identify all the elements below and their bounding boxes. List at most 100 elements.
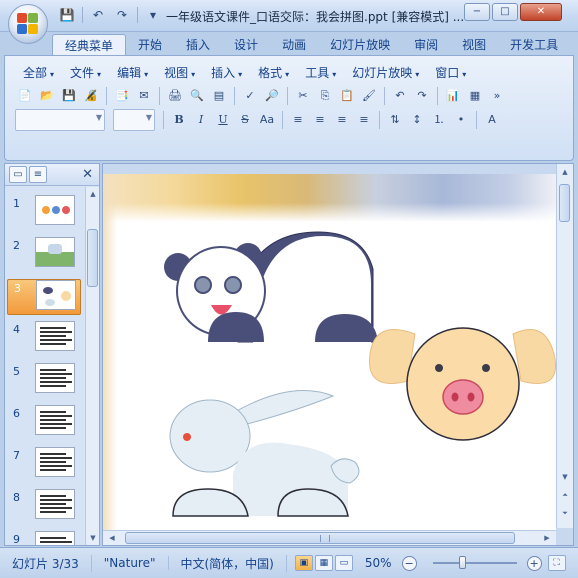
- tab-7[interactable]: 视图: [450, 34, 498, 56]
- justify-icon[interactable]: ≡: [354, 110, 374, 130]
- slide-thumbnail[interactable]: 4: [7, 321, 81, 357]
- menu-3[interactable]: 视图 ▾: [156, 62, 203, 83]
- slideshow-button[interactable]: ▭: [334, 555, 353, 571]
- underline-button[interactable]: U: [213, 110, 233, 130]
- redo-icon[interactable]: ↷: [113, 6, 131, 24]
- change-case-button[interactable]: Aa: [257, 110, 277, 130]
- rabbit-shape[interactable]: [169, 390, 360, 517]
- tab-5[interactable]: 幻灯片放映: [318, 34, 402, 56]
- line-spacing-icon[interactable]: ↕: [407, 110, 427, 130]
- menu-1[interactable]: 文件 ▾: [62, 62, 109, 83]
- slide-thumbnail[interactable]: 5: [7, 363, 81, 399]
- zoom-slider[interactable]: [423, 555, 527, 571]
- language-indicator[interactable]: 中文(简体，中国): [169, 554, 287, 572]
- fit-window-icon[interactable]: ⛶: [547, 555, 566, 571]
- tab-8[interactable]: 开发工具: [498, 34, 570, 56]
- paste-icon[interactable]: 📋: [337, 86, 357, 106]
- menu-6[interactable]: 工具 ▾: [297, 62, 344, 83]
- panda-shape[interactable]: [164, 231, 378, 344]
- scroll-thumb[interactable]: [125, 532, 515, 544]
- next-slide-icon[interactable]: ⏷: [558, 506, 572, 520]
- font-name-combo[interactable]: ▼: [15, 109, 105, 131]
- tab-1[interactable]: 开始: [126, 34, 174, 56]
- menu-0[interactable]: 全部 ▾: [15, 62, 62, 83]
- tab-3[interactable]: 设计: [222, 34, 270, 56]
- scroll-down-icon[interactable]: ▼: [86, 531, 100, 545]
- menu-4[interactable]: 插入 ▾: [203, 62, 250, 83]
- scroll-up-icon[interactable]: ▲: [86, 187, 100, 201]
- print-preview-icon[interactable]: 🔍: [187, 86, 207, 106]
- normal-view-button[interactable]: ▣: [294, 555, 313, 571]
- scroll-left-icon[interactable]: ◀: [105, 531, 119, 545]
- italic-button[interactable]: I: [191, 110, 211, 130]
- scroll-down-icon[interactable]: ▼: [558, 470, 572, 484]
- align-center-icon[interactable]: ≡: [310, 110, 330, 130]
- slide-horizontal-scrollbar[interactable]: ◀ ▶: [103, 530, 556, 545]
- save-icon[interactable]: 💾: [58, 6, 76, 24]
- slide-thumbnail[interactable]: 7: [7, 447, 81, 483]
- restore-button[interactable]: □: [492, 3, 518, 21]
- slide-thumbnail[interactable]: 3: [7, 279, 81, 315]
- numbering-icon[interactable]: ⒈: [429, 110, 449, 130]
- font-color-icon[interactable]: A: [482, 110, 502, 130]
- slide-thumbnail[interactable]: 8: [7, 489, 81, 525]
- table-icon[interactable]: ▦: [465, 86, 485, 106]
- zoom-in-button[interactable]: +: [526, 555, 542, 571]
- tab-6[interactable]: 审阅: [402, 34, 450, 56]
- slide-thumbnail[interactable]: 1: [7, 195, 81, 231]
- publish-icon[interactable]: 📑: [112, 86, 132, 106]
- strikethrough-button[interactable]: S: [235, 110, 255, 130]
- scroll-up-icon[interactable]: ▲: [558, 165, 572, 179]
- slide-sorter-button[interactable]: ▦: [314, 555, 333, 571]
- close-icon[interactable]: ✕: [82, 167, 93, 182]
- outline-tab[interactable]: ≡: [29, 166, 47, 183]
- scroll-right-icon[interactable]: ▶: [540, 531, 554, 545]
- page-setup-icon[interactable]: ▤: [209, 86, 229, 106]
- zoom-level[interactable]: 50%: [365, 556, 392, 570]
- email-icon[interactable]: ✉: [134, 86, 154, 106]
- save-icon[interactable]: 💾: [59, 86, 79, 106]
- chart-icon[interactable]: 📊: [443, 86, 463, 106]
- menu-7[interactable]: 幻灯片放映 ▾: [344, 62, 427, 83]
- zoom-out-button[interactable]: −: [401, 555, 417, 571]
- open-icon[interactable]: 📂: [37, 86, 57, 106]
- align-right-icon[interactable]: ≡: [332, 110, 352, 130]
- tab-2[interactable]: 插入: [174, 34, 222, 56]
- bold-button[interactable]: B: [169, 110, 189, 130]
- copy-icon[interactable]: ⎘: [315, 86, 335, 106]
- scroll-thumb[interactable]: [87, 229, 98, 287]
- tab-0[interactable]: 经典菜单: [52, 34, 127, 56]
- office-button[interactable]: [8, 4, 48, 44]
- slide-canvas[interactable]: [103, 174, 556, 530]
- slide-thumbnail[interactable]: 9: [7, 531, 81, 545]
- align-left-icon[interactable]: ≡: [288, 110, 308, 130]
- cut-icon[interactable]: ✂: [293, 86, 313, 106]
- pig-shape[interactable]: [368, 327, 556, 441]
- print-icon[interactable]: 🖨: [165, 86, 185, 106]
- slide-thumbnail[interactable]: 6: [7, 405, 81, 441]
- text-direction-icon[interactable]: ⇅: [385, 110, 405, 130]
- more-icon[interactable]: »: [487, 86, 507, 106]
- undo-icon[interactable]: ↶: [390, 86, 410, 106]
- font-size-combo[interactable]: ▼: [113, 109, 155, 131]
- format-painter-icon[interactable]: 🖌: [359, 86, 379, 106]
- spelling-icon[interactable]: ✓: [240, 86, 260, 106]
- slide-thumbnail[interactable]: 2: [7, 237, 81, 273]
- redo-icon[interactable]: ↷: [412, 86, 432, 106]
- research-icon[interactable]: 🔎: [262, 86, 282, 106]
- slide-vertical-scrollbar[interactable]: ▲ ▼ ⏶ ⏷: [556, 164, 573, 528]
- close-button[interactable]: ✕: [520, 3, 562, 21]
- permission-icon[interactable]: 🔏: [81, 86, 101, 106]
- menu-8[interactable]: 窗口 ▾: [427, 62, 474, 83]
- undo-icon[interactable]: ↶: [89, 6, 107, 24]
- new-icon[interactable]: 📄: [15, 86, 35, 106]
- zoom-knob[interactable]: [458, 556, 466, 569]
- customize-icon[interactable]: ▾: [144, 6, 162, 24]
- menu-2[interactable]: 编辑 ▾: [109, 62, 156, 83]
- previous-slide-icon[interactable]: ⏶: [558, 488, 572, 502]
- scroll-thumb[interactable]: [559, 184, 570, 222]
- tab-4[interactable]: 动画: [270, 34, 318, 56]
- slides-tab[interactable]: ▭: [9, 166, 27, 183]
- menu-5[interactable]: 格式 ▾: [250, 62, 297, 83]
- bullets-icon[interactable]: •: [451, 110, 471, 130]
